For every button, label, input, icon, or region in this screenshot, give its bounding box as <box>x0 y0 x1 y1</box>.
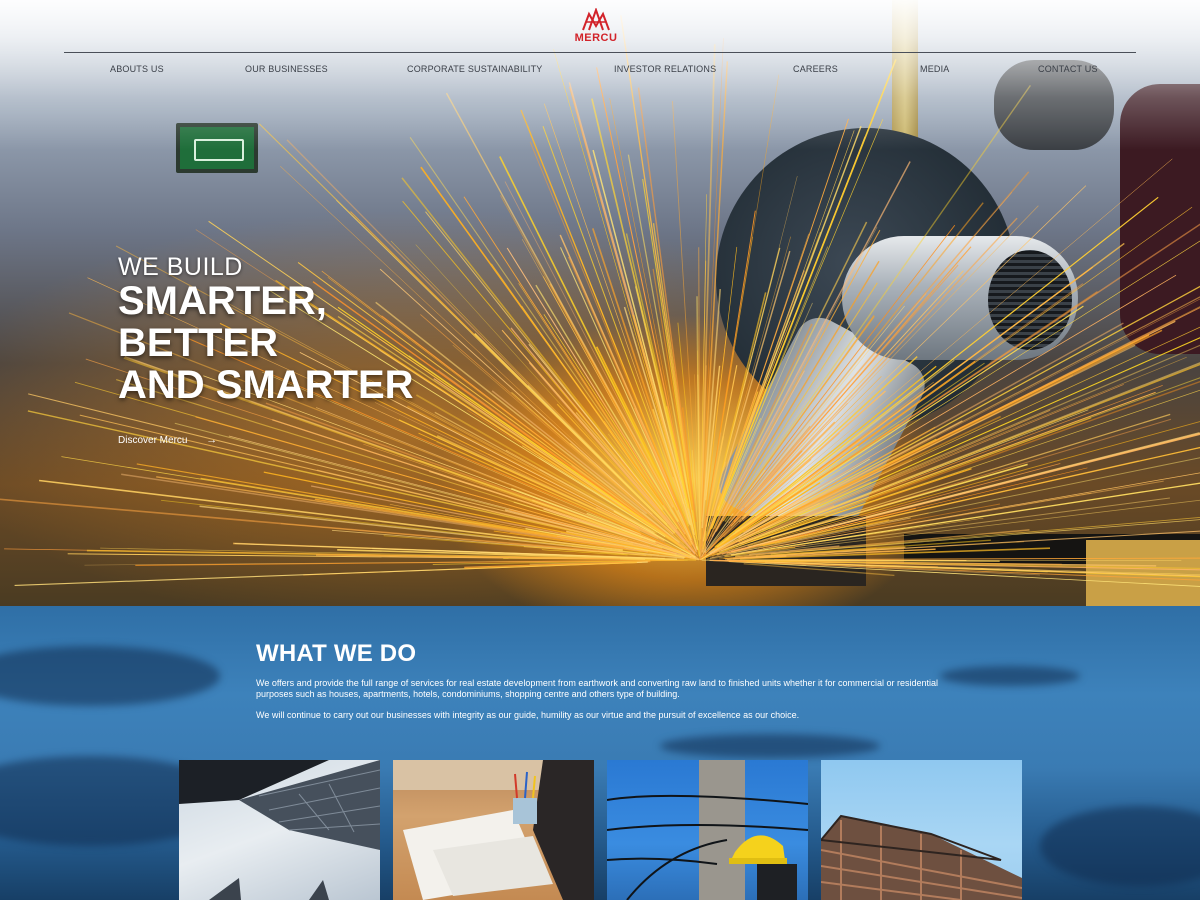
section-paragraph-1: We offers and provide the full range of … <box>256 678 939 699</box>
nav-item-about-us[interactable]: ABOUTS US <box>110 64 164 74</box>
nav-item-corporate-sustainability[interactable]: CORPORATE SUSTAINABILITY <box>407 64 543 74</box>
what-we-do-section: WHAT WE DO We offers and provide the ful… <box>0 606 1200 900</box>
tile-construction[interactable] <box>821 760 1022 900</box>
nav-divider <box>64 52 1136 53</box>
nav-item-investor-relations[interactable]: INVESTOR RELATIONS <box>614 64 716 74</box>
cloud-shape <box>0 646 220 706</box>
electrician-pole-photo <box>607 760 808 900</box>
brand-logo[interactable]: MERCU <box>570 8 622 48</box>
skyscraper-photo <box>179 760 380 900</box>
tile-skyscraper[interactable] <box>179 760 380 900</box>
crown-logo-icon <box>582 8 610 31</box>
tile-planning[interactable] <box>393 760 594 900</box>
cloud-shape <box>1040 806 1200 886</box>
spark-streak <box>774 557 1200 561</box>
hero-headline: WE BUILD SMARTER, BETTER AND SMARTER <box>118 254 414 406</box>
tile-electrical[interactable] <box>607 760 808 900</box>
discover-link-label: Discover Mercu <box>118 435 188 446</box>
hero-heading-line-2: BETTER <box>118 321 278 365</box>
nav-item-media[interactable]: MEDIA <box>920 64 950 74</box>
arrow-right-icon: → <box>206 434 218 446</box>
main-nav: ABOUTS US OUR BUSINESSES CORPORATE SUSTA… <box>64 64 1136 78</box>
hero-heading-line-1: SMARTER, <box>118 279 327 323</box>
section-paragraph-2: We will continue to carry out our busine… <box>256 710 800 720</box>
nav-item-contact-us[interactable]: CONTACT US <box>1038 64 1098 74</box>
section-title: WHAT WE DO <box>256 640 417 667</box>
spark-streak <box>401 177 665 511</box>
cloud-shape <box>940 666 1080 686</box>
spark-streak <box>727 240 1200 542</box>
nav-item-careers[interactable]: CAREERS <box>793 64 838 74</box>
service-tiles <box>179 760 1022 900</box>
discover-link[interactable]: Discover Mercu → <box>118 434 217 446</box>
nav-item-our-businesses[interactable]: OUR BUSINESSES <box>245 64 328 74</box>
building-construction-photo <box>821 814 1022 900</box>
brand-name: MERCU <box>574 32 618 44</box>
spark-streak <box>743 307 1200 537</box>
cloud-shape <box>660 734 880 758</box>
hero-pre-heading: WE BUILD <box>118 253 243 281</box>
hero-heading-line-3: AND SMARTER <box>118 363 414 407</box>
blueprints-desk-photo <box>393 760 594 900</box>
